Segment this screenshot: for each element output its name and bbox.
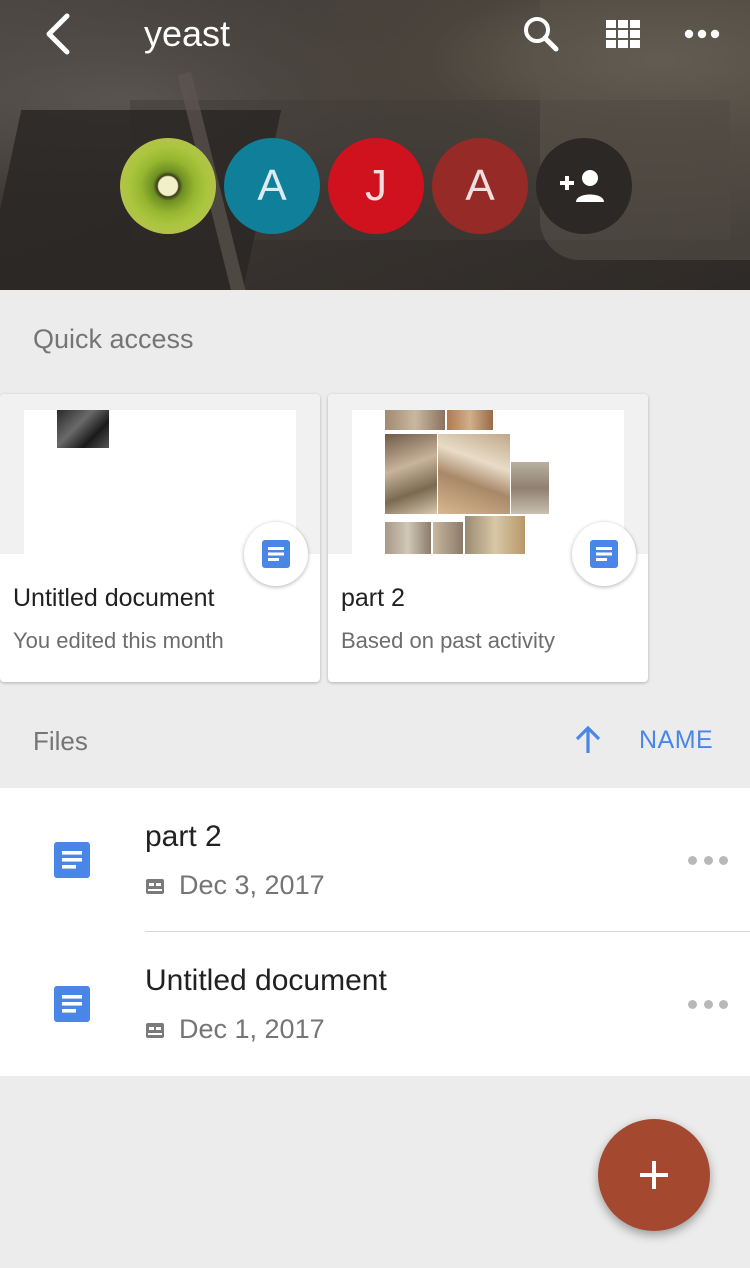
files-section-label: Files xyxy=(33,726,88,756)
docs-badge xyxy=(244,522,308,586)
back-button[interactable] xyxy=(30,8,86,60)
preview-image xyxy=(465,516,525,554)
file-name: Untitled document xyxy=(145,964,387,997)
avatar[interactable]: A xyxy=(432,138,528,234)
preview-image xyxy=(433,522,463,554)
member-avatars: A J A xyxy=(120,138,632,234)
avatar[interactable]: J xyxy=(328,138,424,234)
more-horizontal-icon xyxy=(684,29,720,39)
preview-image xyxy=(385,410,445,430)
avatar-initial: J xyxy=(365,161,387,210)
card-title: part 2 xyxy=(341,584,405,612)
docs-icon xyxy=(54,842,90,878)
chevron-left-icon xyxy=(46,13,70,55)
preview-image xyxy=(511,462,549,514)
search-icon xyxy=(524,17,559,52)
card-title: Untitled document xyxy=(13,584,215,612)
file-list: part 2 Dec 3, 2017 Untitled document Dec… xyxy=(0,788,750,1076)
docs-badge xyxy=(572,522,636,586)
docs-icon xyxy=(262,540,290,568)
sort-by-name-button[interactable]: NAME xyxy=(639,726,713,755)
card-reason: You edited this month xyxy=(13,628,224,653)
file-meta: Dec 3, 2017 xyxy=(145,870,325,901)
list-item[interactable]: part 2 Dec 3, 2017 xyxy=(0,788,750,932)
quick-access-label: Quick access xyxy=(33,324,194,354)
shared-drive-icon xyxy=(146,1022,164,1038)
quick-access-card[interactable]: part 2 Based on past activity xyxy=(328,394,648,682)
plus-icon xyxy=(640,1161,668,1189)
avatar[interactable]: A xyxy=(224,138,320,234)
preview-image xyxy=(438,434,510,514)
sort-direction-button[interactable] xyxy=(570,722,606,758)
file-more-button[interactable] xyxy=(688,994,728,1014)
docs-icon xyxy=(590,540,618,568)
arrow-up-icon xyxy=(575,726,601,753)
file-more-button[interactable] xyxy=(688,850,728,870)
list-item[interactable]: Untitled document Dec 1, 2017 xyxy=(0,932,750,1076)
file-meta: Dec 1, 2017 xyxy=(145,1014,325,1045)
quick-access-card[interactable]: Untitled document You edited this month xyxy=(0,394,320,682)
avatar-initial: A xyxy=(465,161,495,210)
search-button[interactable] xyxy=(516,10,566,58)
add-person-icon xyxy=(560,170,604,202)
preview-image xyxy=(385,434,437,514)
grid-view-button[interactable] xyxy=(598,10,648,58)
card-reason: Based on past activity xyxy=(341,628,556,653)
file-date: Dec 1, 2017 xyxy=(179,1014,325,1044)
add-member-button[interactable] xyxy=(536,138,632,234)
shared-drive-icon xyxy=(146,878,164,894)
top-bar: yeast xyxy=(0,0,750,70)
preview-image xyxy=(385,522,431,554)
folder-title: yeast xyxy=(144,13,231,54)
more-options-button[interactable] xyxy=(677,10,727,58)
new-item-button[interactable] xyxy=(598,1119,710,1231)
folder-header: yeast A J A xyxy=(0,0,750,290)
file-name: part 2 xyxy=(145,820,222,853)
grid-view-icon xyxy=(606,20,640,48)
preview-image xyxy=(447,410,493,430)
docs-icon xyxy=(54,986,90,1022)
file-date: Dec 3, 2017 xyxy=(179,870,325,900)
avatar-photo[interactable] xyxy=(120,138,216,234)
preview-image xyxy=(57,410,109,448)
avatar-initial: A xyxy=(257,161,287,210)
